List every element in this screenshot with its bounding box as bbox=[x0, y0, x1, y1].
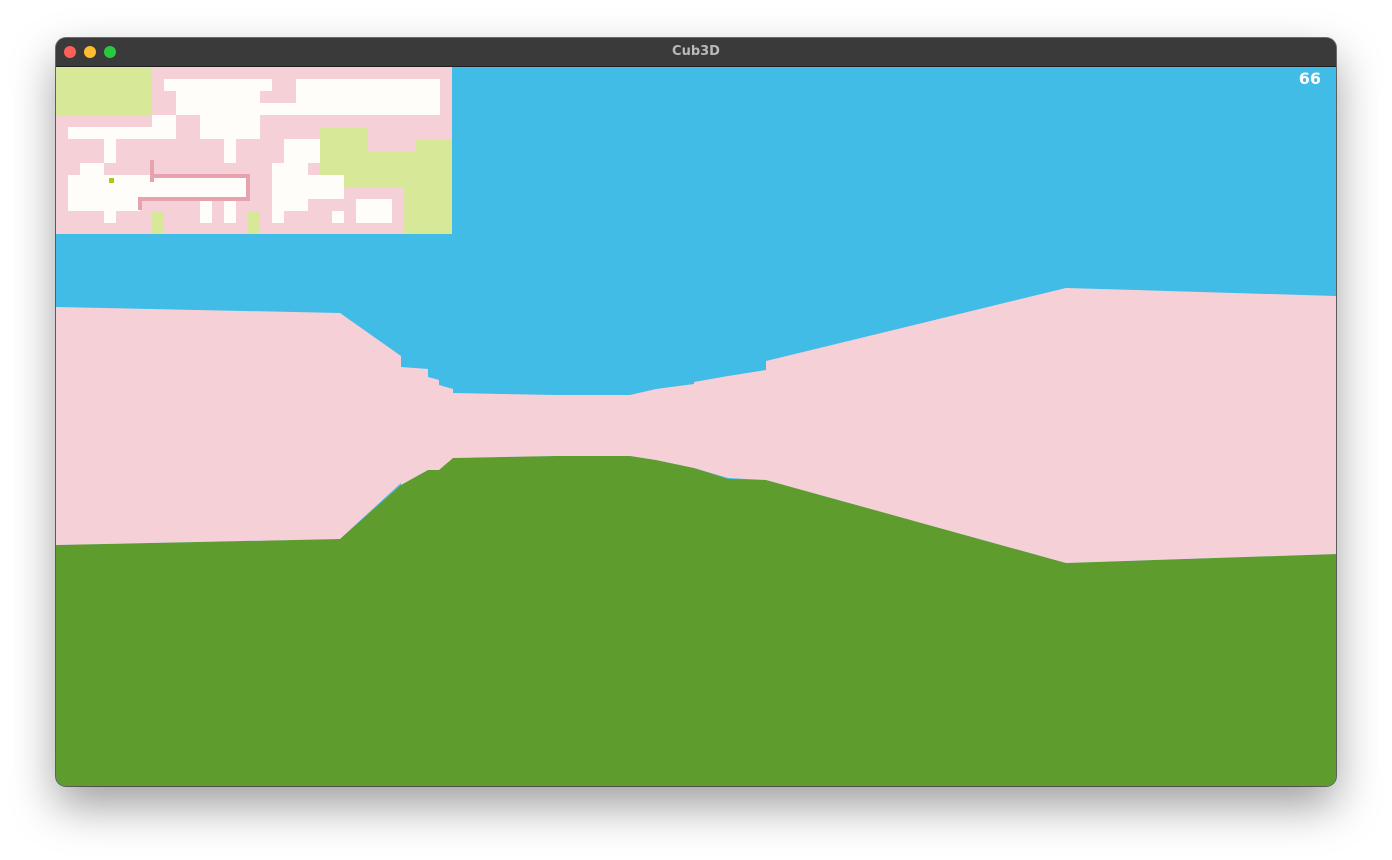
game-window: Cub3D 66 bbox=[56, 38, 1336, 786]
minimap bbox=[56, 67, 452, 234]
window-title: Cub3D bbox=[672, 44, 720, 59]
fps-counter: 66 bbox=[1298, 69, 1321, 88]
minimap-player bbox=[109, 178, 114, 183]
game-viewport[interactable]: 66 bbox=[56, 67, 1336, 786]
title-bar[interactable]: Cub3D bbox=[56, 38, 1336, 67]
